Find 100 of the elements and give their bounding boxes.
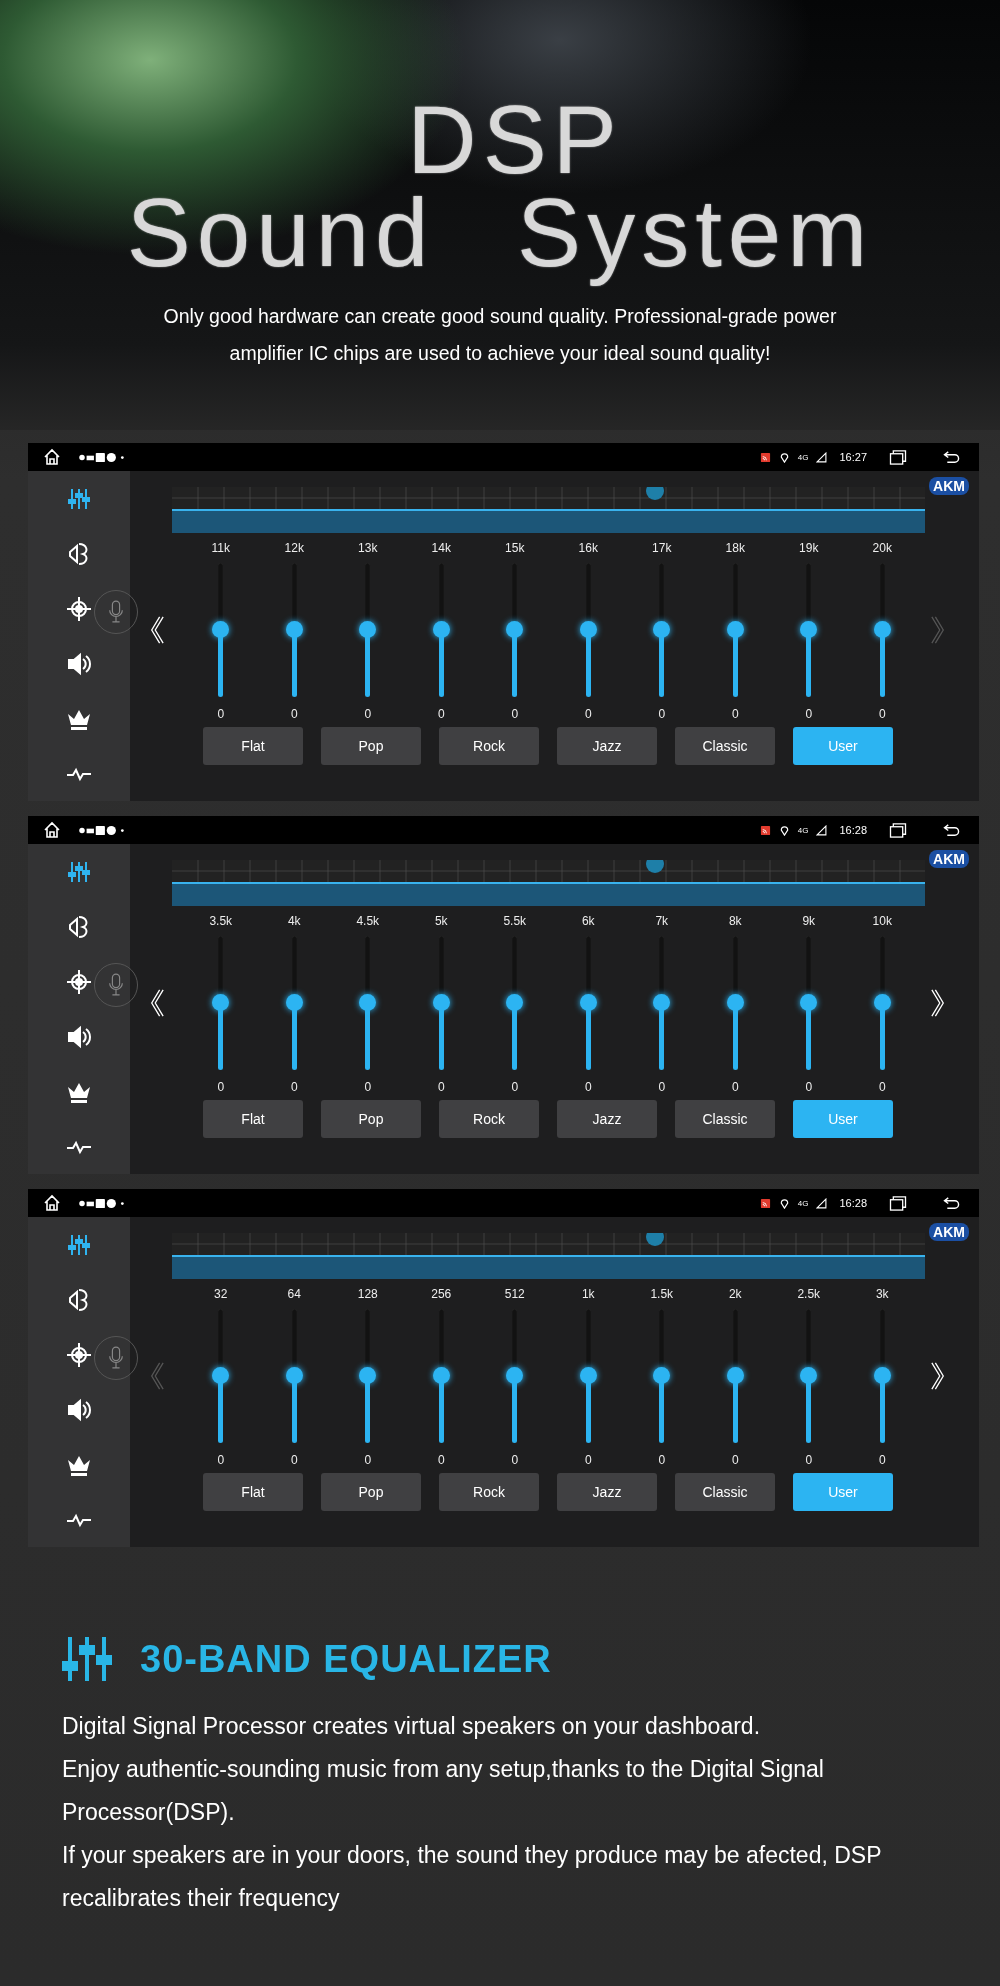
signal-icon [816,824,828,836]
band-value: 0 [804,1453,814,1469]
band-value: 0 [436,1453,446,1469]
frequency-label: 17k [651,541,673,557]
slider-handle[interactable] [873,1367,891,1384]
slider-handle[interactable] [653,994,671,1011]
back-icon[interactable] [943,822,961,838]
frequency-label: 256 [430,1287,453,1303]
preset-button[interactable]: Pop [321,727,421,765]
slider-handle[interactable] [579,621,597,638]
slider-handle[interactable] [432,621,450,638]
preset-button[interactable]: Classic [675,727,775,765]
preset-button[interactable]: Classic [675,1473,775,1511]
frequency-label: 6k [580,914,596,930]
frequency-label: 2k [727,1287,743,1303]
frequency-label: 11k [210,541,231,557]
next-arrow-icon[interactable] [931,987,945,1019]
slider-handle[interactable] [285,621,303,638]
slider-handle[interactable] [726,1367,744,1384]
previous-arrow-icon[interactable] [150,987,164,1019]
slider-handle[interactable] [726,994,744,1011]
band-value: 0 [363,707,373,723]
cast-icon [759,1197,771,1209]
slider-handle[interactable] [653,621,671,638]
location-icon [778,1197,790,1209]
preset-button[interactable]: Flat [203,1473,303,1511]
slider-handle[interactable] [579,1367,597,1384]
frequency-label: 14k [430,541,452,557]
band-value: 0 [877,1453,887,1469]
preset-button[interactable]: Pop [321,1473,421,1511]
recent-apps-icon[interactable] [889,449,907,465]
status-time: 16:27 [839,451,867,463]
preset-button[interactable]: Rock [439,1100,539,1138]
preset-button[interactable]: Classic [675,1100,775,1138]
preset-button[interactable]: Jazz [557,1473,657,1511]
frequency-label: 8k [727,914,743,930]
preset-button[interactable]: Jazz [557,1100,657,1138]
slider-handle[interactable] [873,621,891,638]
crosshair-icon[interactable] [65,1340,93,1369]
band-value: 0 [510,707,520,723]
brand-logo: AKM [929,1223,969,1241]
band-value: 0 [730,1453,740,1469]
frequency-label: 1k [580,1287,596,1303]
band-value: 0 [877,707,887,723]
home-icon[interactable] [42,447,62,467]
home-icon[interactable] [42,820,62,840]
band-value: 0 [289,707,299,723]
band-value: 0 [216,707,226,723]
slider-handle[interactable] [506,1367,524,1384]
band-value: 0 [363,1453,373,1469]
band-value: 0 [436,1080,446,1096]
slider-handle[interactable] [726,621,744,638]
back-icon[interactable] [943,449,961,465]
crosshair-icon[interactable] [65,594,93,623]
slider-handle[interactable] [800,621,818,638]
preset-button[interactable]: Rock [439,727,539,765]
slider-handle[interactable] [432,994,450,1011]
recent-apps-icon[interactable] [889,1195,907,1211]
frequency-label: 4.5k [355,914,381,930]
slider-handle[interactable] [285,1367,303,1384]
next-arrow-icon[interactable] [931,1360,945,1392]
frequency-label: 512 [503,1287,526,1303]
frequency-label: 18k [724,541,746,557]
preset-button[interactable]: Flat [203,727,303,765]
band-value: 0 [583,1080,593,1096]
slider-handle[interactable] [285,994,303,1011]
slider-handle[interactable] [212,1367,230,1384]
slider-handle[interactable] [506,621,524,638]
previous-arrow-icon[interactable] [150,614,164,646]
band-value: 0 [657,1453,667,1469]
band-value: 0 [657,1080,667,1096]
recent-apps-icon[interactable] [889,822,907,838]
preset-button[interactable]: Rock [439,1473,539,1511]
slider-handle[interactable] [432,1367,450,1384]
slider-handle[interactable] [212,621,230,638]
crosshair-icon[interactable] [65,967,93,996]
preset-button[interactable]: Jazz [557,727,657,765]
frequency-label: 13k [357,541,379,557]
slider-handle[interactable] [506,994,524,1011]
slider-handle[interactable] [800,1367,818,1384]
slider-handle[interactable] [653,1367,671,1384]
frequency-label: 10k [871,914,893,930]
preset-button[interactable]: Flat [203,1100,303,1138]
band-value: 0 [289,1080,299,1096]
slider-handle[interactable] [212,994,230,1011]
slider-handle[interactable] [359,1367,377,1384]
slider-handle[interactable] [579,994,597,1011]
location-icon [778,824,790,836]
home-icon[interactable] [42,1193,62,1213]
band-value: 0 [289,1453,299,1469]
slider-handle[interactable] [359,994,377,1011]
preset-button[interactable]: Pop [321,1100,421,1138]
slider-handle[interactable] [800,994,818,1011]
description-text: Enjoy authentic-sounding music from any setup,thanks to the Digital Signal Processor(DSP). [62,1755,825,1827]
signal-icon [816,451,828,463]
slider-handle[interactable] [873,994,891,1011]
description-text: Digital Signal Processor creates virtual speakers on your dashboard. [62,1712,762,1741]
slider-handle[interactable] [359,621,377,638]
band-value: 0 [510,1453,520,1469]
back-icon[interactable] [943,1195,961,1211]
